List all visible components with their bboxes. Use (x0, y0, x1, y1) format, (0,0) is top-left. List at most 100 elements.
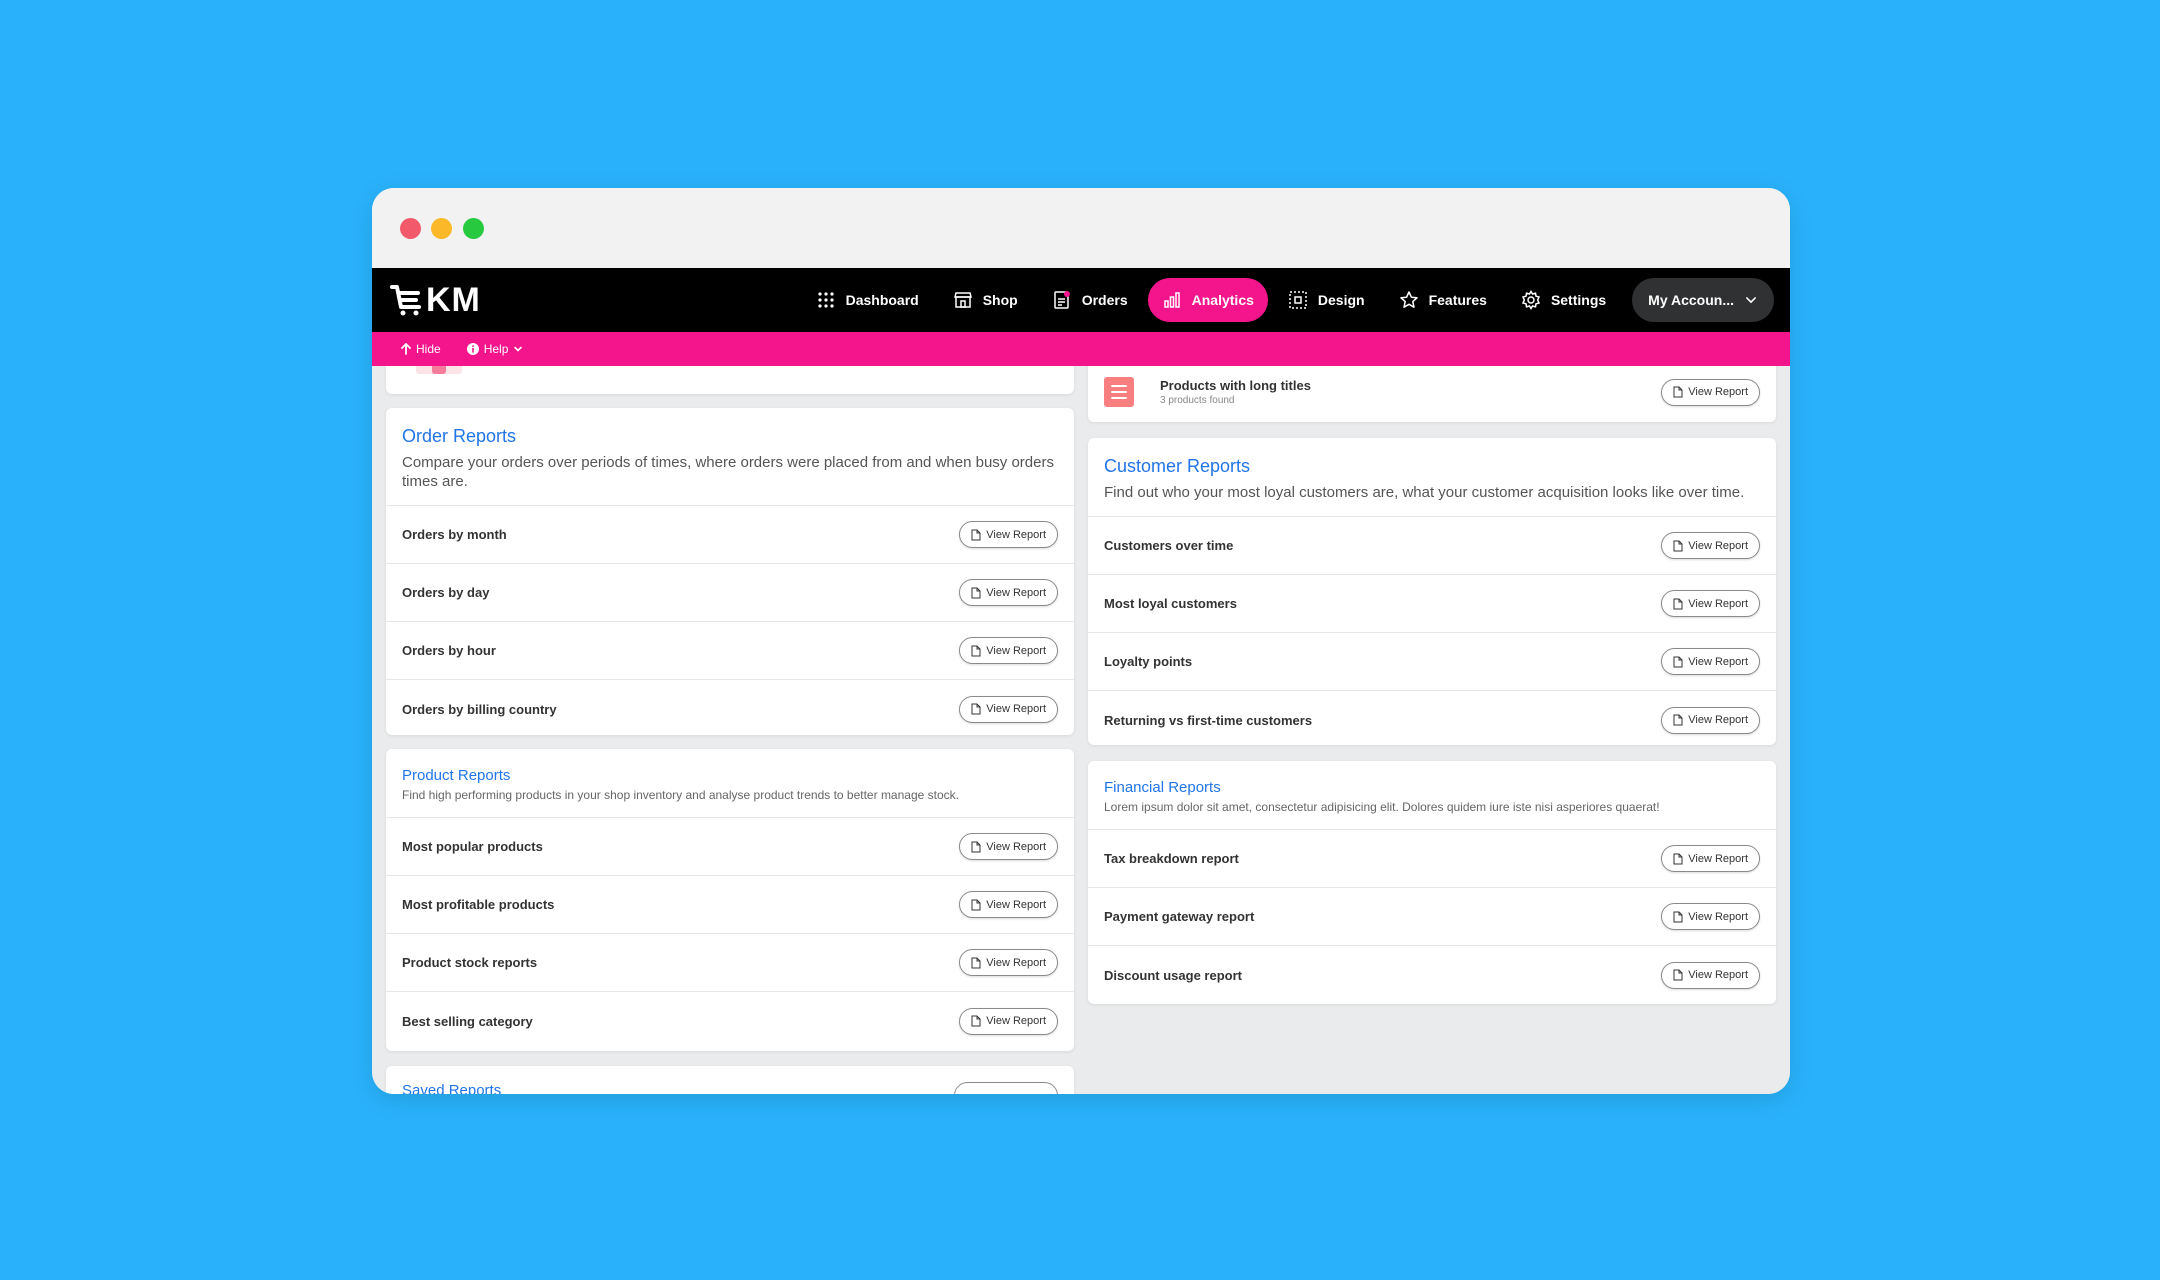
view-report-button[interactable]: View Report (959, 891, 1058, 918)
hide-button[interactable]: Hide (401, 342, 441, 356)
financial-reports-description: Lorem ipsum dolor sit amet, consectetur … (1104, 800, 1660, 814)
nav-settings[interactable]: Settings (1507, 278, 1620, 322)
row-label: Tax breakdown report (1104, 851, 1239, 866)
table-row: Returning vs first-time customers View R… (1088, 691, 1776, 745)
view-report-button[interactable]: View Report (959, 521, 1058, 548)
nav-dashboard[interactable]: Dashboard (802, 278, 933, 322)
view-report-button[interactable]: View Report (1661, 648, 1760, 675)
product-reports-title[interactable]: Product Reports (402, 767, 1058, 784)
view-report-label: View Report (1688, 969, 1748, 981)
list-item: Products with long titles 3 products fou… (1088, 366, 1776, 418)
my-account-dropdown[interactable]: My Accoun... (1632, 278, 1774, 322)
view-report-button[interactable]: View Report (959, 949, 1058, 976)
main-content: Products with long titles 3 products fou… (372, 366, 1790, 1094)
customer-reports-title[interactable]: Customer Reports (1104, 456, 1760, 477)
help-dropdown[interactable]: Help (466, 342, 524, 356)
window-titlebar (372, 188, 1790, 268)
product-reports-description: Find high performing products in your sh… (402, 788, 959, 802)
minimize-window-button[interactable] (431, 218, 452, 239)
table-row: Payment gateway report View Report (1088, 888, 1776, 946)
view-report-button[interactable]: View Report (959, 833, 1058, 860)
info-icon (466, 343, 479, 355)
view-report-button[interactable]: View Report (1661, 845, 1760, 872)
help-label: Help (483, 342, 509, 356)
view-report-button[interactable]: View Report (1661, 903, 1760, 930)
table-row: Most popular products View Report (386, 818, 1074, 876)
row-label: Product stock reports (402, 955, 538, 970)
view-report-button[interactable]: View Report (1661, 961, 1760, 989)
view-report-button[interactable]: View Report (959, 637, 1058, 664)
document-icon (1673, 853, 1683, 864)
nav-design[interactable]: Design (1274, 278, 1379, 322)
nav-shop[interactable]: Shop (939, 278, 1032, 322)
financial-reports-title[interactable]: Financial Reports (1104, 779, 1760, 796)
view-report-label: View Report (1688, 539, 1748, 552)
table-row: Orders by month View Report (386, 506, 1074, 564)
nav-orders[interactable]: Orders (1038, 278, 1142, 322)
nav-analytics[interactable]: Analytics (1147, 278, 1268, 322)
nav-dashboard-label: Dashboard (845, 292, 919, 308)
maximize-window-button[interactable] (463, 218, 484, 239)
order-reports-title[interactable]: Order Reports (402, 426, 1058, 447)
cart-logo-icon (390, 285, 421, 316)
nav-features-label: Features (1428, 292, 1487, 308)
row-label: Orders by month (402, 527, 507, 542)
view-report-label: View Report (986, 644, 1046, 657)
view-report-label: View Report (1688, 714, 1748, 726)
view-report-label: View Report (986, 528, 1046, 541)
row-label: Discount usage report (1104, 967, 1242, 983)
table-row: Customers over time View Report (1088, 517, 1776, 575)
row-label: Most popular products (402, 839, 543, 854)
nav-shop-label: Shop (982, 292, 1018, 308)
table-row: Product stock reports View Report (386, 934, 1074, 992)
nav-features[interactable]: Features (1385, 278, 1501, 322)
customer-reports-card: Customer Reports Find out who your most … (1088, 438, 1776, 745)
star-icon (1399, 291, 1418, 308)
view-report-button[interactable]: View Report (1661, 532, 1760, 559)
saved-reports-button[interactable] (954, 1082, 1058, 1094)
order-reports-description: Compare your orders over periods of time… (402, 454, 1054, 490)
financial-reports-card: Financial Reports Lorem ipsum dolor sit … (1088, 761, 1776, 1004)
table-row: Most profitable products View Report (386, 876, 1074, 934)
product-thumbnail (416, 366, 462, 374)
view-report-button[interactable]: View Report (959, 579, 1058, 606)
view-report-button[interactable]: View Report (959, 695, 1058, 723)
document-icon (971, 645, 981, 656)
close-window-button[interactable] (400, 218, 421, 239)
product-reports-card: Product Reports Find high performing pro… (386, 749, 1074, 1051)
view-report-label: View Report (986, 898, 1046, 911)
document-icon (971, 841, 981, 852)
chevron-down-icon (514, 346, 523, 352)
top-navbar: KM Dashboard Shop Orders Analytics Desig… (372, 268, 1790, 332)
orders-icon (1053, 291, 1070, 309)
view-report-button[interactable]: View Report (1661, 706, 1760, 734)
document-icon (1673, 598, 1683, 609)
document-icon (1673, 969, 1683, 981)
row-label: Orders by billing country (402, 701, 557, 717)
row-label: Orders by hour (402, 643, 496, 658)
document-icon (971, 529, 981, 540)
hide-label: Hide (416, 342, 441, 356)
partial-card-top-right: Products with long titles 3 products fou… (1088, 366, 1776, 422)
row-label: Payment gateway report (1104, 909, 1255, 924)
table-row: Loyalty points View Report (1088, 633, 1776, 691)
view-report-label: View Report (1688, 655, 1748, 668)
nav-design-label: Design (1317, 292, 1365, 308)
shop-icon (953, 292, 972, 308)
document-icon (1673, 714, 1683, 726)
row-label: Returning vs first-time customers (1104, 712, 1313, 728)
view-report-label: View Report (1688, 852, 1748, 865)
table-row: Best selling category View Report (386, 992, 1074, 1050)
document-icon (1673, 540, 1683, 551)
row-label: Most loyal customers (1104, 596, 1237, 611)
partial-card-top-left (386, 366, 1074, 394)
view-report-button[interactable]: View Report (1661, 378, 1760, 406)
customer-reports-description: Find out who your most loyal customers a… (1104, 484, 1745, 501)
saved-reports-title[interactable]: Saved Reports (402, 1082, 501, 1094)
view-report-button[interactable]: View Report (1661, 590, 1760, 617)
view-report-button[interactable]: View Report (959, 1007, 1058, 1035)
view-report-label: View Report (986, 1015, 1046, 1027)
grid-icon (817, 292, 834, 308)
view-report-label: View Report (1688, 910, 1748, 923)
ekm-logo[interactable]: KM (390, 281, 481, 319)
